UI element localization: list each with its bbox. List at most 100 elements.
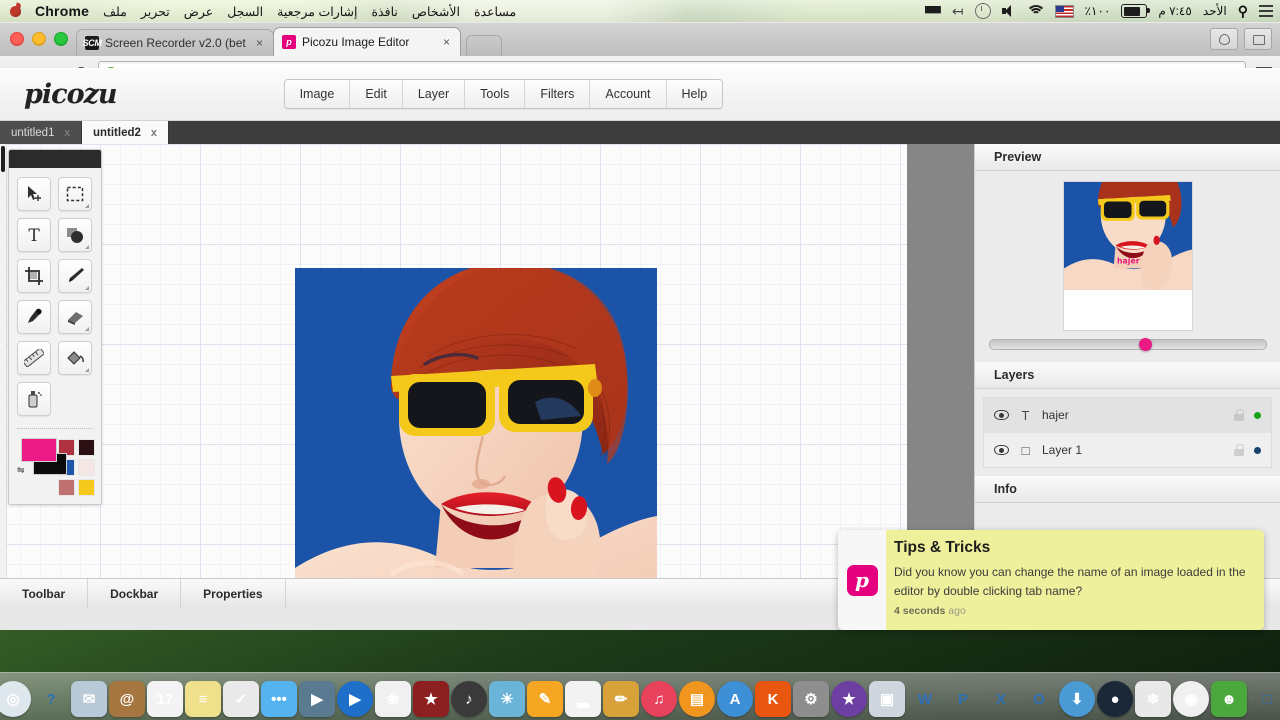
dock-icon-facetime[interactable]: ▶	[299, 681, 335, 717]
swatch-rose[interactable]	[58, 479, 75, 496]
dock-icon-screen-sharing[interactable]: ▣	[869, 681, 905, 717]
menu-layer[interactable]: Layer	[402, 80, 466, 108]
layers-panel-header[interactable]: Layers	[975, 362, 1280, 389]
dock-icon-help[interactable]: ?	[33, 681, 69, 717]
menu-item-bookmarks[interactable]: إشارات مرجعية	[277, 4, 357, 19]
dock-icon-word[interactable]: W	[907, 681, 943, 717]
lock-icon[interactable]	[1234, 409, 1244, 421]
status-dockbar-button[interactable]: Dockbar	[88, 579, 182, 608]
dock-icon-app-store[interactable]: A	[717, 681, 753, 717]
dock-icon-photos[interactable]: ❀	[375, 681, 411, 717]
battery-icon[interactable]	[1121, 3, 1150, 19]
preview-panel-header[interactable]: Preview	[975, 144, 1280, 171]
dock-icon-safari[interactable]: ◎	[0, 681, 31, 717]
close-icon[interactable]: x	[64, 127, 70, 139]
wifi-icon[interactable]	[1025, 3, 1046, 19]
dock-icon-notes[interactable]: ≡	[185, 681, 221, 717]
layer-name[interactable]: Layer 1	[1042, 443, 1224, 457]
menu-image[interactable]: Image	[284, 80, 351, 108]
menu-item-help[interactable]: مساعدة	[474, 4, 516, 19]
dock-icon-numbers[interactable]: ▂	[565, 681, 601, 717]
swatch-near-black[interactable]	[78, 439, 95, 456]
document-tab-untitled1[interactable]: untitled1 x	[0, 121, 82, 145]
dock-icon-imovie[interactable]: ★	[831, 681, 867, 717]
dock-icon-calendar[interactable]: 17	[147, 681, 183, 717]
eye-icon[interactable]	[994, 410, 1009, 420]
foreground-color-swatch[interactable]	[21, 438, 57, 462]
dock-icon-msn-messenger[interactable]: ☻	[1211, 681, 1247, 717]
menu-edit[interactable]: Edit	[350, 80, 403, 108]
dock-icon-messages[interactable]: •••	[261, 681, 297, 717]
menu-help[interactable]: Help	[666, 80, 723, 108]
fullscreen-icon[interactable]	[1244, 28, 1272, 50]
browser-tab-picozu[interactable]: p Picozu Image Editor ×	[273, 27, 461, 56]
ruler-tool[interactable]	[17, 341, 51, 375]
layer-row-layer1[interactable]: □ Layer 1	[984, 433, 1271, 467]
zoom-slider-knob[interactable]	[1138, 338, 1152, 351]
apple-logo-icon[interactable]	[9, 4, 22, 18]
menu-item-window[interactable]: نافذة	[372, 4, 398, 19]
swap-colors-icon[interactable]: ⇋	[17, 465, 25, 476]
canvas-scrollbar[interactable]	[0, 144, 7, 579]
menu-tools[interactable]: Tools	[465, 80, 526, 108]
paint-bucket-tool[interactable]	[58, 341, 92, 375]
dock-icon-excel[interactable]: X	[983, 681, 1019, 717]
crop-tool[interactable]	[17, 259, 51, 293]
status-properties-button[interactable]: Properties	[181, 579, 286, 608]
eraser-tool[interactable]	[58, 300, 92, 334]
menu-item-edit[interactable]: تحرير	[141, 4, 170, 19]
new-tab-button[interactable]	[466, 35, 502, 56]
volume-icon[interactable]	[1001, 3, 1017, 19]
us-flag-icon[interactable]	[1054, 3, 1074, 19]
status-toolbar-button[interactable]: Toolbar	[0, 579, 89, 608]
dockbar-strip[interactable]	[907, 144, 974, 579]
menu-account[interactable]: Account	[590, 80, 667, 108]
dock-icon-outlook[interactable]: O	[1021, 681, 1057, 717]
menu-item-history[interactable]: السجل	[227, 4, 263, 19]
menu-item-people[interactable]: الأشخاص	[412, 4, 460, 19]
eye-icon[interactable]	[994, 445, 1009, 455]
menu-item-view[interactable]: عرض	[184, 4, 213, 19]
dock-icon-itunes[interactable]: ♫	[641, 681, 677, 717]
tips-and-tricks-toast[interactable]: p Tips & Tricks Did you know you can cha…	[838, 530, 1264, 630]
lock-icon[interactable]	[1234, 444, 1244, 456]
dock-icon-download-manager[interactable]: ⬇	[1059, 681, 1095, 717]
dock-icon-kindle[interactable]: K	[755, 681, 791, 717]
foreground-background-swatches[interactable]: ⇋	[17, 438, 67, 476]
dock-icon-contacts[interactable]: @	[109, 681, 145, 717]
brush-tool[interactable]	[58, 259, 92, 293]
dock-icon-pages[interactable]: ✎	[527, 681, 563, 717]
palette-title-bar[interactable]	[9, 150, 101, 168]
minimize-window-button[interactable]	[32, 32, 46, 46]
eyedropper-tool[interactable]	[17, 300, 51, 334]
dock-icon-quicktime[interactable]: ▶	[337, 681, 373, 717]
close-icon[interactable]: ×	[443, 35, 450, 49]
spray-tool[interactable]	[17, 382, 51, 416]
preview-zoom-slider[interactable]	[988, 338, 1267, 351]
dock-icon-mail-stationery[interactable]: ✉	[71, 681, 107, 717]
swatch-off-white[interactable]	[78, 459, 95, 476]
move-tool[interactable]	[17, 177, 51, 211]
menu-item-file[interactable]: ملف	[103, 4, 127, 19]
dock-icon-reminders[interactable]: ✓	[223, 681, 259, 717]
dock-icon-steam[interactable]: ●	[1097, 681, 1133, 717]
dock-icon-garageband[interactable]: ♪	[451, 681, 487, 717]
info-panel-header[interactable]: Info	[975, 476, 1280, 503]
bluetooth-icon[interactable]: ↤	[952, 3, 964, 19]
airplay-icon[interactable]	[924, 3, 941, 19]
dock-icon-chrome[interactable]: ◉	[1173, 681, 1209, 717]
maximize-window-button[interactable]	[54, 32, 68, 46]
close-window-button[interactable]	[10, 32, 24, 46]
spotlight-search-icon[interactable]: ⚲	[1238, 3, 1248, 19]
layer-row-hajer[interactable]: T hajer	[984, 398, 1271, 433]
dock-icon-screen-recorder[interactable]: □	[1249, 681, 1280, 717]
dock-icon-system-preferences[interactable]: ⚙	[793, 681, 829, 717]
dock-icon-keynote[interactable]: ✏	[603, 681, 639, 717]
shapes-tool[interactable]	[58, 218, 92, 252]
dock-icon-ibooks[interactable]: ▤	[679, 681, 715, 717]
profile-icon[interactable]	[1210, 28, 1238, 50]
close-icon[interactable]: ×	[256, 36, 263, 50]
marquee-select-tool[interactable]	[58, 177, 92, 211]
dock-icon-imovie-old[interactable]: ★	[413, 681, 449, 717]
canvas-area[interactable]: hajer T	[0, 144, 907, 579]
